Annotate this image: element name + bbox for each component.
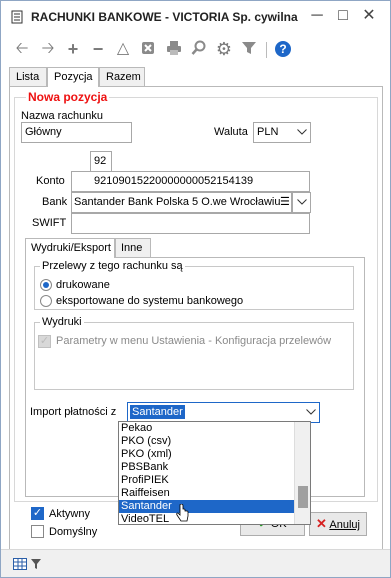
minimize-button[interactable]: ─ [307, 6, 327, 26]
konto-label: Konto [36, 175, 65, 187]
grid-icon[interactable] [13, 558, 27, 570]
drukowane-label: drukowane [56, 279, 110, 291]
arrow-right-icon[interactable]: 🡢 [39, 40, 57, 58]
chevron-down-icon[interactable] [302, 403, 319, 422]
tab-razem[interactable]: Razem [99, 67, 145, 87]
print-icon[interactable] [165, 40, 183, 58]
dropdown-option-pko-xml[interactable]: PKO (xml) [119, 448, 295, 461]
import-select[interactable]: Santander [127, 402, 320, 423]
warning-icon[interactable]: △ [114, 40, 132, 58]
konto-input[interactable]: 92109015220000000052154139 [71, 171, 310, 192]
delete-icon[interactable] [139, 40, 157, 58]
import-dropdown-list[interactable]: Pekao PKO (csv) PKO (xml) PBSBank ProfiP… [118, 421, 311, 525]
gear-icon[interactable]: ⚙ [215, 40, 233, 58]
dropdown-option-pko-csv[interactable]: PKO (csv) [119, 435, 295, 448]
dropdown-option-raiffeisen[interactable]: Raiffeisen [119, 487, 295, 500]
eksportowane-radio[interactable] [40, 295, 52, 307]
cancel-x-icon: ✕ [316, 516, 327, 531]
maximize-button[interactable]: □ [333, 6, 353, 26]
domyslny-checkbox[interactable] [31, 525, 44, 538]
close-button[interactable]: ✕ [359, 6, 379, 26]
dropdown-option-santander[interactable]: Santander [119, 500, 295, 513]
filter-icon[interactable] [31, 558, 41, 570]
hand-cursor-icon [176, 504, 189, 522]
bank-input[interactable]: Santander Bank Polska 5 O.we Wrocławiu [71, 192, 292, 213]
section-title: Nowa pozycja [26, 90, 110, 104]
dropdown-option-videotel[interactable]: VideoTEL [119, 513, 295, 524]
dropdown-option-pekao[interactable]: Pekao [119, 422, 295, 435]
swift-label: SWIFT [32, 217, 67, 229]
anuluj-label: Anuluj [329, 519, 360, 531]
scrollbar-thumb[interactable] [298, 486, 308, 508]
waluta-label: Waluta [214, 126, 248, 138]
window: RACHUNKI BANKOWE - VICTORIA Sp. cywilna … [0, 0, 391, 578]
waluta-select[interactable]: PLN [253, 122, 311, 143]
tab-pozycja[interactable]: Pozycja [47, 67, 99, 87]
list-icon[interactable]: ☰ [280, 195, 290, 208]
arrow-left-icon[interactable]: 🡠 [13, 40, 31, 58]
waluta-value: PLN [257, 126, 279, 138]
nazwa-label: Nazwa rachunku [21, 110, 103, 122]
przelewy-title: Przelewy z tego rachunku są [40, 260, 185, 272]
chevron-down-icon[interactable] [293, 123, 310, 142]
parametry-label: Parametry w menu Ustawienia - Konfigurac… [56, 335, 332, 347]
cancel-button[interactable]: ✕ Anuluj [309, 512, 367, 536]
aktywny-checkbox[interactable]: ✓ [31, 507, 44, 520]
bank-label: Bank [42, 196, 68, 208]
eksportowane-label: eksportowane do systemu bankowego [56, 295, 244, 307]
chevron-down-icon [293, 193, 310, 212]
status-bar [1, 549, 390, 577]
tab-wydruki-eksport[interactable]: Wydruki/Eksport [25, 238, 115, 258]
aktywny-label: Aktywny [49, 508, 90, 520]
dropdown-scrollbar[interactable] [294, 422, 310, 524]
title-bar: RACHUNKI BANKOWE - VICTORIA Sp. cywilna … [1, 1, 390, 31]
help-icon[interactable]: ? [275, 41, 291, 57]
plus-icon[interactable]: + [64, 40, 82, 58]
nazwa-input[interactable]: Główny [21, 122, 132, 143]
toolbar: 🡠 🡢 + − △ ⚙ ? [1, 33, 390, 65]
bank-dropdown-button[interactable] [292, 192, 311, 213]
minus-icon[interactable]: − [89, 40, 107, 58]
toolbar-separator [266, 42, 267, 58]
drukowane-radio[interactable] [40, 279, 52, 291]
wydruki-title: Wydruki [40, 316, 84, 328]
tab-lista[interactable]: Lista [9, 67, 47, 87]
dropdown-option-pbsbank[interactable]: PBSBank [119, 461, 295, 474]
wydruki-group [34, 322, 354, 390]
dropdown-option-profipiek[interactable]: ProfiPIEK [119, 474, 295, 487]
swift-input[interactable] [71, 213, 310, 234]
tab-inne[interactable]: Inne [115, 238, 151, 258]
document-list-icon [11, 10, 23, 24]
filter-icon[interactable] [240, 40, 258, 58]
search-icon[interactable] [190, 40, 208, 58]
domyslny-label: Domyślny [49, 526, 98, 538]
import-label: Import płatności z [30, 406, 117, 418]
import-value: Santander [130, 405, 185, 419]
parametry-checkbox: ✓ [38, 335, 51, 348]
bank-code-input[interactable]: 92 [90, 151, 112, 172]
window-title: RACHUNKI BANKOWE - VICTORIA Sp. cywilna [31, 10, 298, 24]
